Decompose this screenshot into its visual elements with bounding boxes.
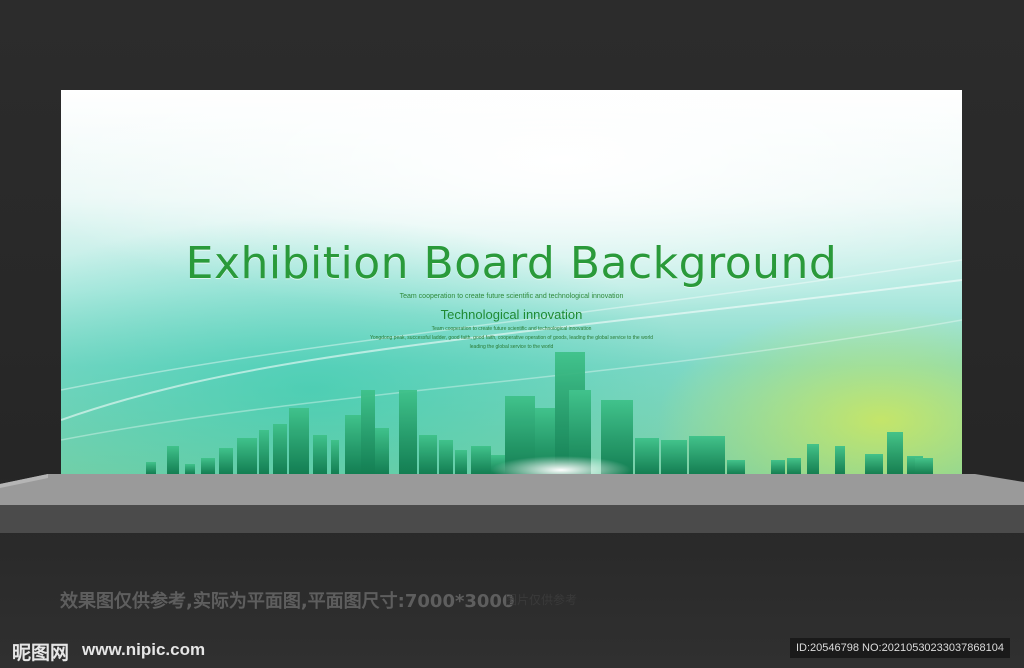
board-subtitle: Technological innovation xyxy=(440,307,583,322)
stage-front xyxy=(0,505,1024,533)
exhibition-board: Exhibition Board Background Team coopera… xyxy=(61,90,962,474)
city-skyline xyxy=(146,352,933,474)
faint-caption: 图片仅供参考 xyxy=(505,593,578,607)
board-small-text-3: leading the global service to the world xyxy=(469,344,554,350)
board-title: Exhibition Board Background xyxy=(185,238,838,289)
nipic-logo: 昵图网 xyxy=(12,642,70,664)
board-small-text-2: Yongdong peak, successful ladder, good f… xyxy=(369,335,654,341)
board-tagline: Team cooperation to create future scient… xyxy=(399,293,624,300)
board-small-text-1: Team cooperation to create future scient… xyxy=(431,326,592,332)
stage-platform xyxy=(0,474,1024,506)
nipic-site-url[interactable]: www.nipic.com xyxy=(82,640,205,660)
disclaimer-caption: 效果图仅供参考,实际为平面图,平面图尺寸:7000*3000 xyxy=(60,591,515,612)
image-id-label: ID:20546798 NO:20210530233037868104 xyxy=(790,638,1010,658)
